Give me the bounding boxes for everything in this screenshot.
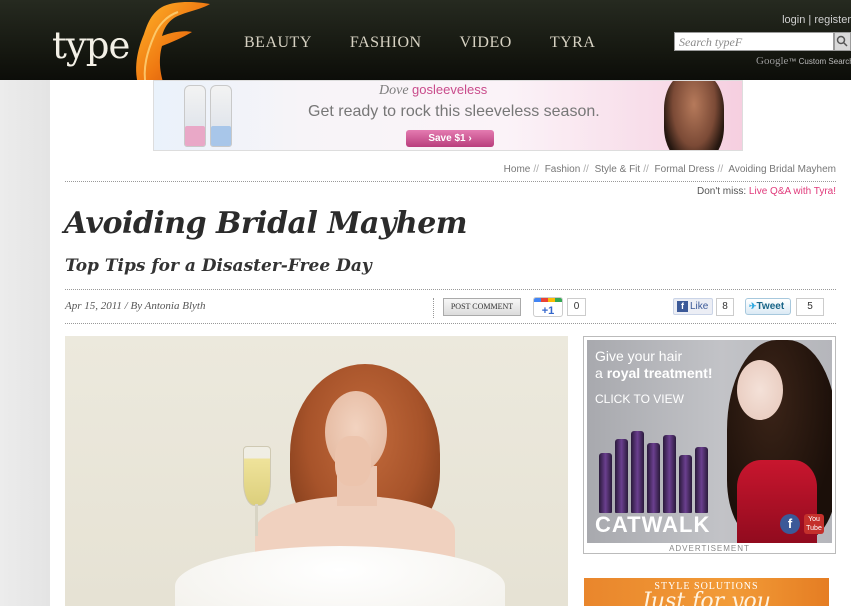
style-solutions-headline: Just for you: [642, 589, 771, 606]
page-margin: [0, 80, 50, 606]
twitter-bird-icon: ✈: [749, 301, 757, 311]
facebook-icon: f: [677, 301, 688, 312]
article-photo: [65, 336, 568, 606]
breadcrumb-home[interactable]: Home: [504, 164, 531, 175]
google-custom-search: Google™ Custom Search: [756, 55, 851, 67]
like-count: 8: [716, 298, 734, 316]
divider: [65, 289, 836, 290]
divider: [65, 323, 836, 324]
breadcrumb-style-fit[interactable]: Style & Fit: [595, 164, 641, 175]
article-byline: Apr 15, 2011 / By Antonia Blyth: [65, 300, 206, 312]
main-nav: BEAUTY FASHION VIDEO TYRA: [244, 34, 633, 52]
post-comment-button[interactable]: POST COMMENT: [443, 298, 521, 316]
tweet-button[interactable]: ✈Tweet: [745, 298, 791, 315]
google-plusone-button[interactable]: +1: [533, 297, 563, 317]
search-icon: [836, 35, 848, 47]
breadcrumb-fashion[interactable]: Fashion: [545, 164, 581, 175]
article-title: Avoiding Bridal Mayhem: [64, 206, 468, 241]
dove-product-image-2: [210, 85, 232, 147]
ad-headline: Get ready to rock this sleeveless season…: [308, 103, 600, 120]
search-button[interactable]: [834, 32, 851, 51]
dont-miss-link[interactable]: Live Q&A with Tyra!: [749, 186, 836, 197]
side-ad-cta[interactable]: CLICK TO VIEW: [595, 392, 684, 406]
dove-product-image: [184, 85, 206, 147]
youtube-icon[interactable]: You Tube: [804, 514, 824, 534]
register-link[interactable]: register: [814, 14, 851, 26]
account-links: login | register: [782, 14, 851, 26]
style-solutions-ad[interactable]: STYLE SOLUTIONS Just for you: [584, 578, 829, 606]
ad-save-button[interactable]: Save $1 ›: [406, 130, 494, 147]
search-input[interactable]: Search typeF: [674, 32, 834, 51]
breadcrumb: Home// Fashion// Style & Fit// Formal Dr…: [503, 164, 836, 175]
facebook-like-button[interactable]: f Like: [673, 298, 713, 315]
plusone-count: 0: [567, 298, 586, 316]
site-header: type BEAUTY FASHION VIDEO TYRA login | r…: [0, 0, 851, 90]
side-ad-headline: Give your hair a royal treatment!: [595, 348, 713, 381]
breadcrumb-formal-dress[interactable]: Formal Dress: [655, 164, 715, 175]
nav-fashion[interactable]: FASHION: [350, 34, 422, 52]
facebook-icon[interactable]: f: [780, 514, 800, 534]
nav-video[interactable]: VIDEO: [460, 34, 512, 52]
divider: [65, 181, 836, 182]
login-link[interactable]: login: [782, 14, 805, 26]
nav-beauty[interactable]: BEAUTY: [244, 34, 312, 52]
ad-brand: Dove gosleeveless: [379, 82, 488, 98]
breadcrumb-current: Avoiding Bridal Mayhem: [728, 164, 836, 175]
top-banner-ad[interactable]: Dove gosleeveless Get ready to rock this…: [153, 80, 743, 151]
advertisement-label: ADVERTISEMENT: [669, 544, 750, 553]
divider: [433, 298, 434, 318]
catwalk-ad[interactable]: Give your hair a royal treatment! CLICK …: [587, 340, 832, 543]
dont-miss: Don't miss: Live Q&A with Tyra!: [697, 186, 836, 197]
tweet-count: 5: [796, 298, 824, 316]
ad-model-image: [664, 81, 724, 150]
catwalk-logo: CATWALK: [595, 512, 711, 537]
logo-f-icon[interactable]: [118, 0, 218, 92]
article-subtitle: Top Tips for a Disaster-Free Day: [65, 256, 372, 276]
nav-tyra[interactable]: TYRA: [550, 34, 596, 52]
